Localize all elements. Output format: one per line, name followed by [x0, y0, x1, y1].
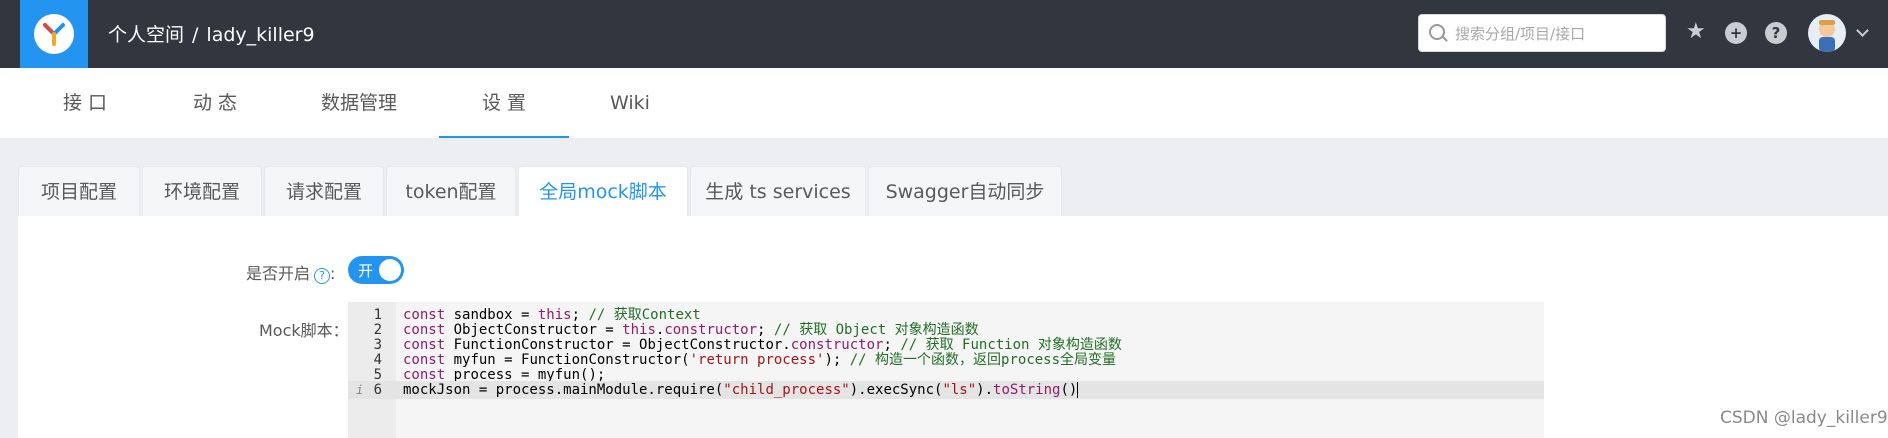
tab-ts-services[interactable]: 生成 ts services	[690, 166, 866, 216]
logo[interactable]	[20, 0, 88, 68]
code-token: mockJson = process.mainModule.require(	[403, 382, 724, 398]
watermark: CSDN @lady_killer9	[1720, 408, 1888, 428]
code-token: "child_process"	[723, 382, 850, 398]
code-token: "ls"	[942, 382, 977, 398]
breadcrumb-project[interactable]: lady_killer9	[206, 24, 314, 46]
code-token: ).	[976, 382, 994, 398]
tab-global-mock-script[interactable]: 全局mock脚本	[518, 166, 688, 217]
nav-item-interface[interactable]: 接 口	[40, 68, 130, 138]
tab-swagger-sync[interactable]: Swagger自动同步	[868, 166, 1062, 216]
project-nav: 接 口 动 态 数据管理 设 置 Wiki	[0, 68, 1888, 138]
code-token: ).execSync(	[849, 382, 943, 398]
star-icon[interactable]: ★	[1686, 19, 1706, 44]
breadcrumb-space[interactable]: 个人空间	[108, 24, 184, 46]
line-number: 6	[373, 382, 382, 398]
code-token: ()	[1060, 382, 1078, 398]
script-label: Mock脚本：	[259, 321, 349, 340]
tab-env-config[interactable]: 环境配置	[142, 166, 262, 216]
nav-item-settings[interactable]: 设 置	[439, 68, 569, 138]
enable-toggle[interactable]: 开	[348, 256, 404, 284]
text-cursor	[1077, 382, 1079, 398]
search-box[interactable]	[1418, 14, 1666, 53]
search-icon	[1429, 24, 1445, 40]
breadcrumb-separator: /	[192, 24, 199, 46]
question-circle-icon[interactable]: ?	[1765, 22, 1787, 44]
code-line[interactable]: i 6 mockJson = process.mainModule.require(…	[348, 381, 1544, 399]
nav-item-data-management[interactable]: 数据管理	[300, 68, 418, 138]
tab-project-config[interactable]: 项目配置	[18, 166, 140, 216]
question-circle-icon[interactable]: ?	[314, 268, 331, 284]
nav-item-wiki[interactable]: Wiki	[590, 68, 670, 138]
top-bar: 个人空间 / lady_killer9 ★ + ?	[0, 0, 1888, 68]
search-input[interactable]	[1453, 15, 1662, 53]
avatar[interactable]	[1808, 14, 1846, 52]
toggle-text: 开	[358, 262, 374, 280]
breadcrumb: 个人空间 / lady_killer9	[108, 20, 315, 47]
chevron-down-icon[interactable]	[1856, 24, 1869, 37]
logo-icon	[34, 14, 74, 54]
tab-request-config[interactable]: 请求配置	[264, 166, 384, 216]
code-token: toString	[993, 382, 1061, 398]
tab-token-config[interactable]: token配置	[386, 166, 516, 216]
plus-circle-icon[interactable]: +	[1725, 22, 1747, 44]
toggle-knob	[379, 259, 401, 281]
enable-label: 是否开启?:	[246, 264, 336, 284]
nav-item-activity[interactable]: 动 态	[170, 68, 260, 138]
code-editor[interactable]: 1 const sandbox = this; // 获取Context 2 cons…	[348, 302, 1544, 438]
code-text: mockJson = process.mainModule.require("c…	[403, 381, 1079, 399]
